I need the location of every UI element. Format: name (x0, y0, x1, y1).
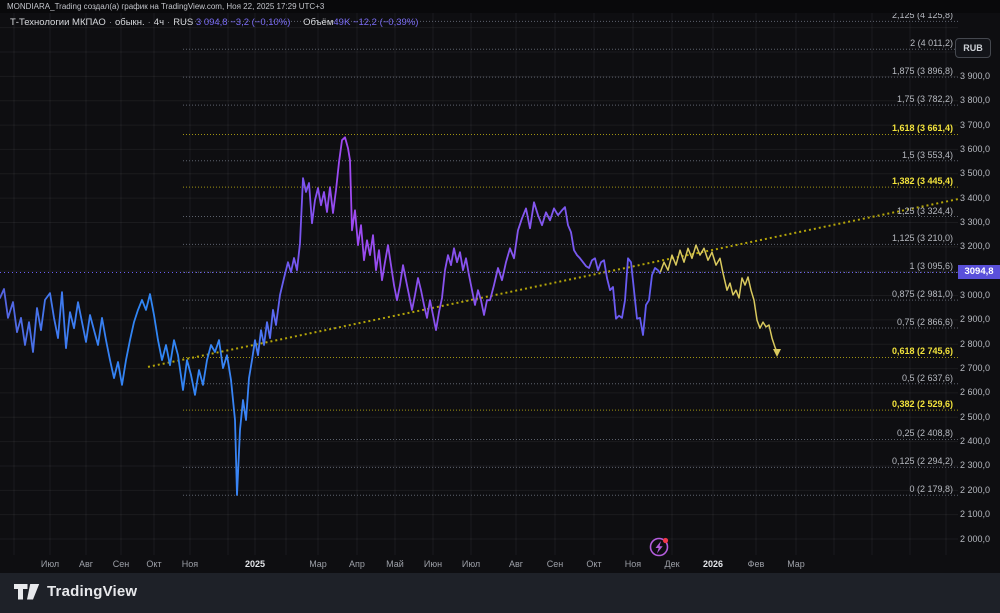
bottom-bar: TradingView (0, 573, 1000, 613)
volume-change-value: −12,2 (−0,39%) (352, 17, 419, 28)
instrument-type: обыкн. (115, 17, 145, 28)
attribution-bar: MONDIARA_Trading создал(а) график на Tra… (0, 0, 1000, 13)
current-price-badge: 3094,8 (958, 265, 1000, 280)
tradingview-logo[interactable]: TradingView (14, 583, 137, 600)
symbol-legend: Т-Технологии МКПАО · обыкн. · 4ч · RUS 3 094,8… (10, 17, 418, 28)
tradingview-logo-icon (14, 584, 40, 600)
currency-toggle-button[interactable]: RUB (955, 38, 991, 58)
volume-value: 49K (333, 17, 351, 28)
price-change-value: −3,2 (−0,10%) (230, 17, 291, 28)
price-scale[interactable] (955, 13, 1000, 555)
price-chart-svg (0, 13, 959, 557)
legend-separator: · (167, 17, 171, 28)
symbol-name: Т-Технологии МКПАО (10, 17, 106, 28)
tradingview-snapshot: MONDIARA_Trading создал(а) график на Tra… (0, 0, 1000, 613)
legend-separator: · (108, 17, 112, 28)
attribution-text: MONDIARA_Trading создал(а) график на Tra… (7, 2, 325, 11)
tradingview-logo-text: TradingView (47, 583, 138, 600)
volume-label: Объём (303, 17, 334, 28)
chart-canvas[interactable]: 2,125 (4 125,8) 2 (4 011,2) 1,875 (3 896,8… (0, 13, 1000, 573)
last-price-value: 3 094,8 (195, 17, 228, 28)
legend-separator: · (147, 17, 151, 28)
time-scale[interactable] (0, 555, 1000, 573)
interval-label: 4ч (153, 17, 165, 28)
currency-code: RUS (173, 17, 194, 28)
